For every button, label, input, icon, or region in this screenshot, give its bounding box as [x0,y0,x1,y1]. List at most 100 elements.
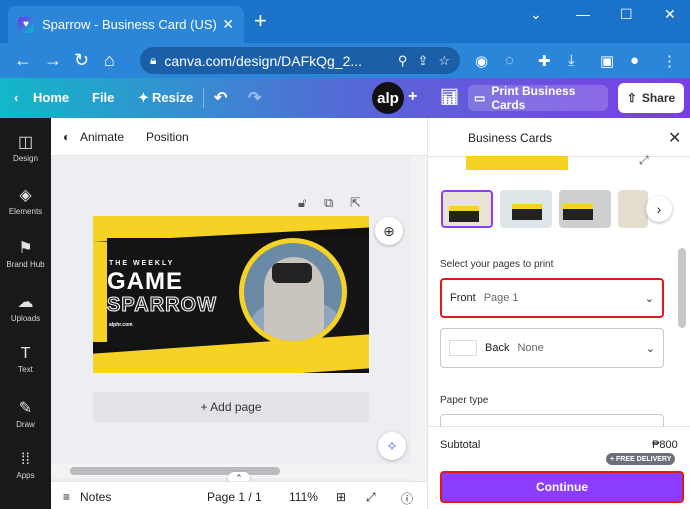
editor-footer: ≡ Notes Page 1 / 1 111% ⊞ ⤢ ⓘ [51,481,427,509]
rail-item-uploads[interactable]: ☁ Uploads [0,292,51,323]
print-panel: Business Cards ✕ ⤢ › Select your pages t… [427,118,690,509]
add-page-button[interactable]: + Add page [93,392,369,422]
extension-icon[interactable]: ◌ [505,52,514,69]
back-page-select[interactable]: Back None ⌄ [440,328,664,368]
rail-item-design[interactable]: ◫ Design [0,132,51,163]
rail-label: Elements [8,207,43,216]
header-divider [203,88,204,108]
expand-icon[interactable]: ⤢ [639,153,649,168]
sidebar-icon[interactable]: ▣ [600,52,614,70]
back-label: Back [485,342,510,354]
zoom-level[interactable]: 111% [289,490,318,504]
rail-item-brand-hub[interactable]: ⚑ Brand Hub [0,238,51,269]
draw-icon: ✎ [18,400,33,417]
share-button[interactable]: ⇧ Share [618,83,684,113]
rail-item-text[interactable]: T Text [0,345,51,374]
comment-add-icon[interactable]: ⊕ [375,217,403,245]
magic-sparkle-icon[interactable]: ✧ [378,432,406,460]
editor-header: ‹ Home File ✦ Resize ↶ ↷ alp + 📊︎ ▭ Prin… [0,78,690,118]
page-indicator[interactable]: Page 1 / 1 [207,490,262,504]
lock-page-icon[interactable]: 🔓︎ [298,195,306,211]
home-icon[interactable]: ⌂ [104,50,115,70]
side-rail: ◫ Design ◈ Elements ⚑ Brand Hub ☁ Upload… [0,118,51,509]
preview-thumbnail[interactable] [618,190,648,228]
tab-search-chevron-icon[interactable]: ⌄ [530,6,542,23]
chevron-down-icon: ⌄ [645,342,655,355]
redo-icon[interactable]: ↷ [248,88,261,108]
add-collaborator-icon[interactable]: + [408,88,417,106]
search-icon[interactable]: ⚲ [398,53,408,69]
analytics-icon[interactable]: 📊︎ [440,88,459,106]
print-card-icon: ▭ [474,91,486,105]
browser-tab[interactable]: ♥ Sparrow - Business Card (US) ✕ [8,6,244,43]
paper-type-select[interactable] [440,414,664,426]
share-page-icon[interactable]: ⇪ [417,53,428,69]
extension-icon[interactable]: ◉ [475,52,488,70]
design-icon: ◫ [17,134,34,151]
puzzle-icon[interactable]: ✚ [538,52,551,70]
rail-label: Brand Hub [6,260,45,269]
yellow-brush-stroke [93,242,107,342]
file-menu-button[interactable]: File [92,90,114,105]
minimize-button[interactable]: — [576,6,590,22]
card-website: alphr.com [109,322,133,328]
avatar[interactable]: alp [372,82,404,114]
window-close-button[interactable]: ✕ [664,6,676,23]
card-title-game: GAME [107,268,183,295]
panel-scrollbar[interactable] [678,248,686,328]
download-icon[interactable]: ⤓ [568,52,575,69]
paper-type-label: Paper type [440,395,489,406]
rail-item-apps[interactable]: ⁞⁞ Apps [0,451,51,480]
menu-kebab-icon[interactable]: ⋮ [662,52,677,70]
upload-share-icon: ⇧ [626,91,637,105]
position-button[interactable]: Position [146,130,189,144]
chevron-down-icon: ⌄ [644,292,654,305]
resize-button[interactable]: Resize [152,90,193,105]
rail-item-elements[interactable]: ◈ Elements [0,185,51,216]
rail-item-draw[interactable]: ✎ Draw [0,398,51,429]
vertical-scrollbar[interactable] [411,156,427,481]
animate-icon: ◐ [63,130,71,144]
tab-close-icon[interactable]: ✕ [222,16,234,33]
home-chevron-icon[interactable]: ‹ [14,90,18,105]
help-icon[interactable]: ⓘ [401,490,413,507]
business-card-design[interactable]: THE WEEKLY GAME SPARROW alphr.com [93,216,369,373]
panel-title: Business Cards [468,131,553,145]
canva-favicon-icon: ♥ [18,16,34,33]
new-tab-button[interactable]: + [254,10,267,32]
bookmark-star-icon[interactable]: ☆ [438,53,450,69]
front-label: Front [450,292,476,304]
front-page-select[interactable]: Front Page 1 ⌄ [440,278,664,509]
next-arrow-icon[interactable]: › [646,196,672,222]
add-page-icon[interactable]: ⇱ [350,195,361,211]
preview-thumbnail[interactable] [559,190,611,228]
notes-button[interactable]: Notes [80,490,111,504]
print-business-cards-button[interactable]: ▭ Print Business Cards [468,84,608,112]
duplicate-page-icon[interactable]: ⧉ [324,195,333,211]
lock-icon: 🔒︎ [150,53,157,67]
select-pages-label: Select your pages to print [440,259,554,270]
back-arrow-icon[interactable]: ← [14,50,32,70]
card-photo-circle [239,238,347,346]
subtotal-label: Subtotal [440,439,481,451]
undo-icon[interactable]: ↶ [214,88,227,108]
preview-thumbnail[interactable] [441,190,493,228]
url-text: canva.com/design/DAFkQg_2... [164,52,363,69]
panel-close-icon[interactable]: ✕ [668,128,681,148]
home-button[interactable]: Home [33,90,69,105]
vr-headset [272,263,312,283]
resize-sparkle-icon: ✦ [138,90,149,105]
profile-avatar[interactable]: ● [630,52,639,69]
context-toolbar: ◐ Animate Position [51,118,427,156]
preview-thumbnail[interactable] [500,190,552,228]
free-delivery-badge: + FREE DELIVERY [606,453,676,465]
back-thumbnail [449,340,477,356]
maximize-button[interactable]: ☐ [620,6,633,23]
url-input[interactable]: 🔒︎ canva.com/design/DAFkQg_2... ⚲ ⇪ ☆ [140,47,460,74]
grid-view-icon[interactable]: ⊞ [336,490,346,504]
fullscreen-icon[interactable]: ⤢ [366,490,376,505]
forward-arrow-icon[interactable]: → [44,50,62,70]
reload-icon[interactable]: ↻ [74,50,89,70]
continue-button[interactable]: Continue [440,471,684,503]
animate-button[interactable]: Animate [80,130,124,144]
